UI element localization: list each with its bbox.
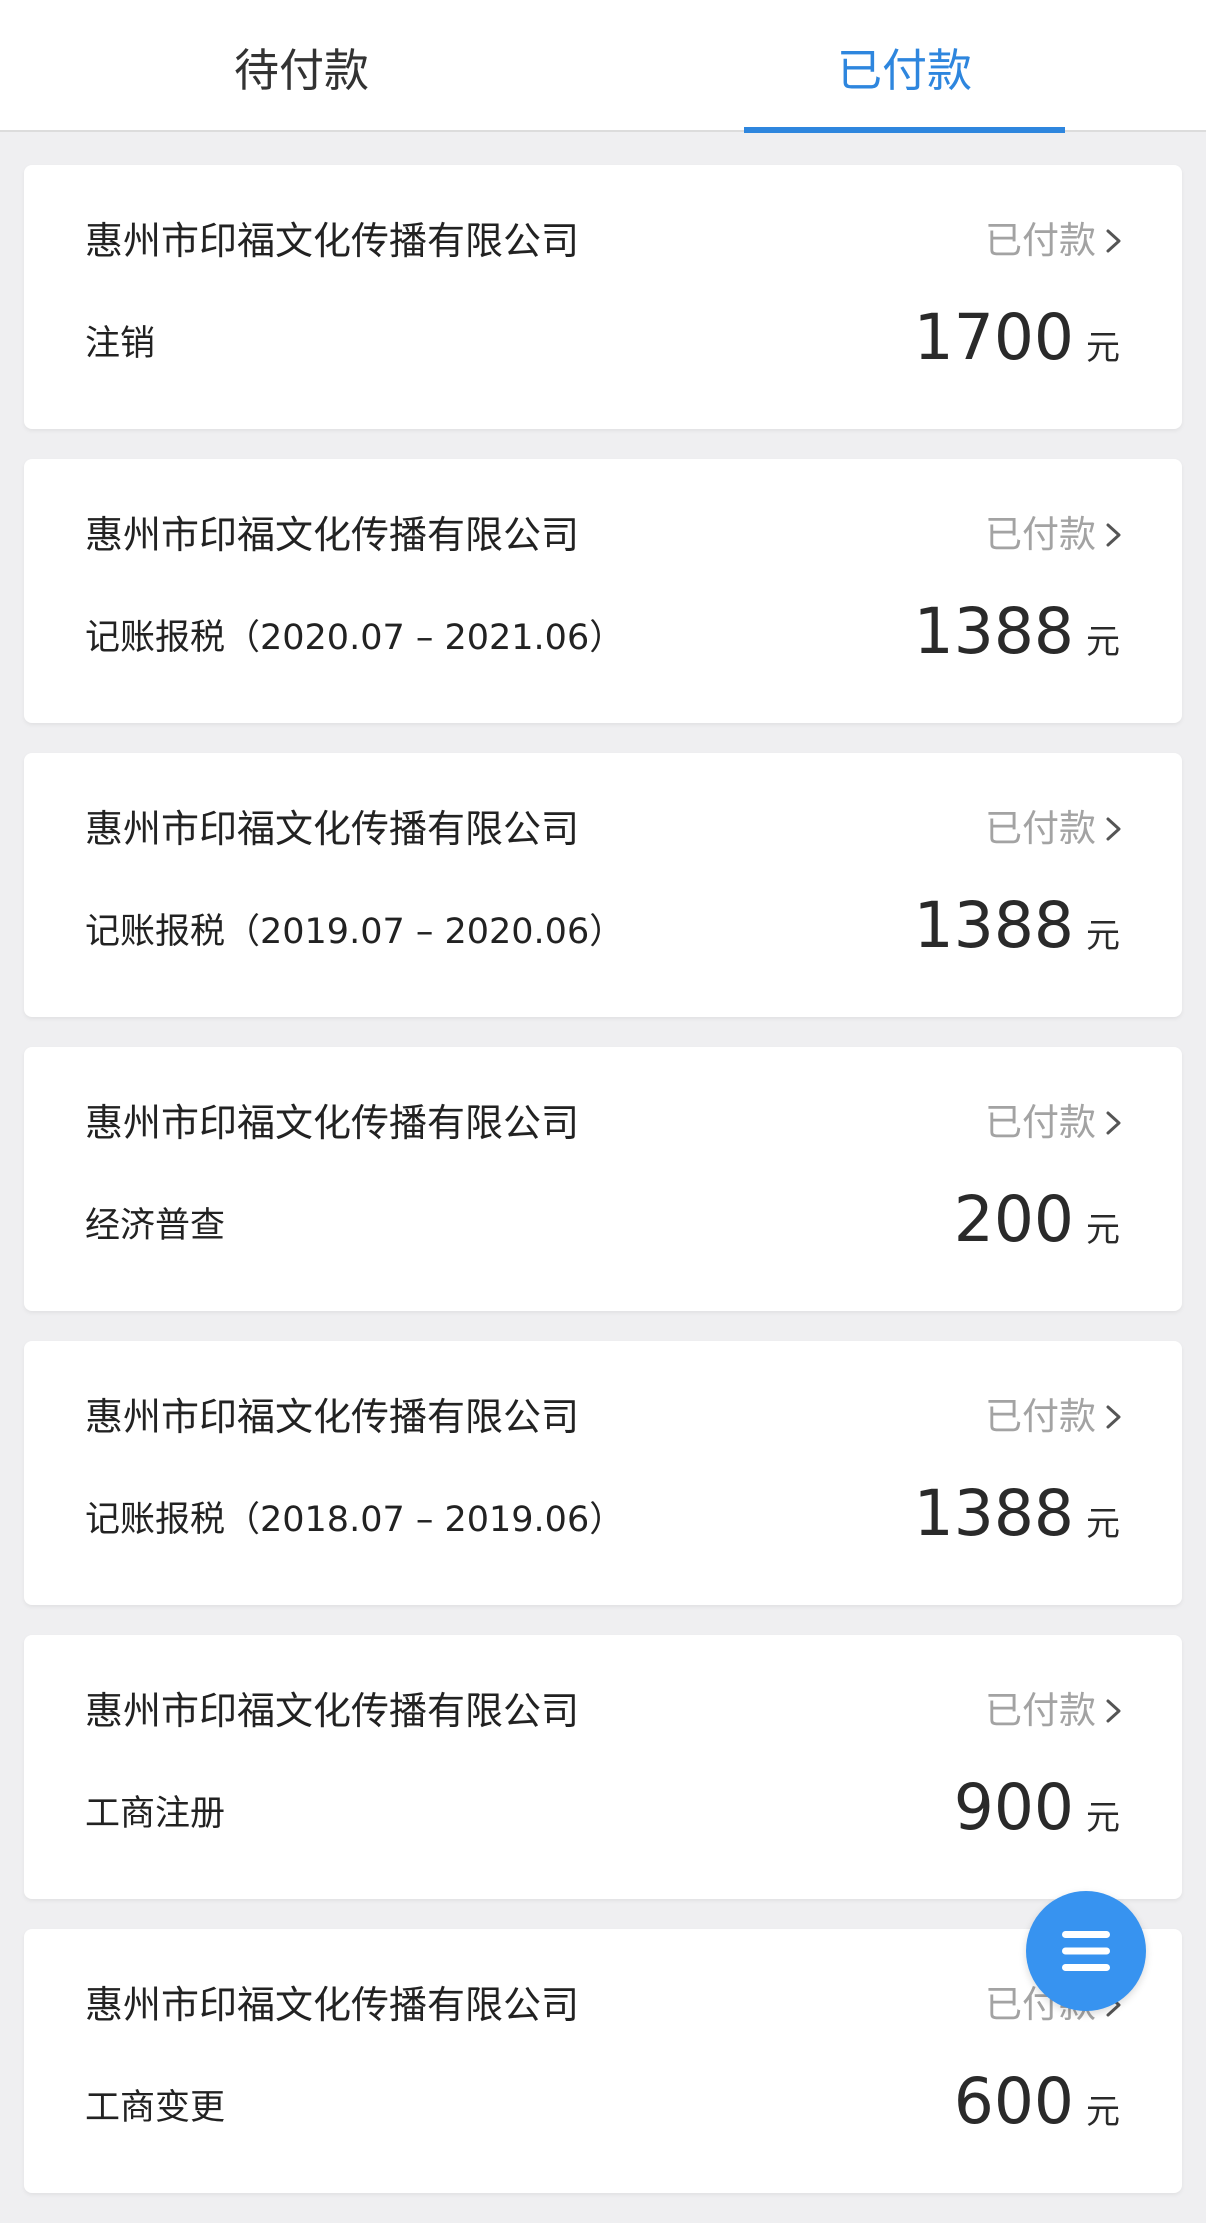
price-unit: 元 — [1086, 622, 1120, 662]
price-amount: 200 — [953, 1183, 1074, 1256]
order-card[interactable]: 惠州市印福文化传播有限公司 已付款 工商注册 900 元 — [24, 1635, 1182, 1899]
service-name: 注销 — [85, 324, 156, 364]
chevron-right-icon — [1106, 1111, 1121, 1135]
price-unit: 元 — [1086, 1210, 1120, 1250]
menu-fab-button[interactable] — [1026, 1891, 1146, 2011]
company-name: 惠州市印福文化传播有限公司 — [85, 1983, 580, 2027]
price-amount: 1700 — [913, 301, 1074, 374]
price-amount: 1388 — [913, 595, 1074, 668]
order-card[interactable]: 惠州市印福文化传播有限公司 已付款 记账报税（2019.07 – 2020.06… — [24, 753, 1182, 1017]
service-name: 工商注册 — [85, 1794, 226, 1834]
price: 600 元 — [954, 2064, 1120, 2140]
tab-bar: 待付款 已付款 — [0, 0, 1206, 133]
price: 900 元 — [954, 1770, 1120, 1846]
service-name: 经济普查 — [85, 1206, 226, 1246]
menu-icon — [1062, 1931, 1110, 1971]
company-name: 惠州市印福文化传播有限公司 — [85, 1101, 580, 1145]
payment-status: 已付款 — [985, 219, 1096, 262]
service-name: 记账报税（2018.07 – 2019.06） — [85, 1500, 625, 1540]
company-name: 惠州市印福文化传播有限公司 — [85, 513, 580, 557]
order-card[interactable]: 惠州市印福文化传播有限公司 已付款 工商变更 600 元 — [24, 1929, 1182, 2193]
company-name: 惠州市印福文化传播有限公司 — [85, 1395, 580, 1439]
service-name: 记账报税（2020.07 – 2021.06） — [85, 618, 625, 658]
price-amount: 1388 — [913, 1477, 1074, 1550]
tab-pending-payment[interactable]: 待付款 — [0, 0, 603, 132]
price-amount: 1388 — [913, 889, 1074, 962]
price: 1388 元 — [914, 888, 1120, 964]
chevron-right-icon — [1106, 1699, 1121, 1723]
service-name: 记账报税（2019.07 – 2020.06） — [85, 912, 625, 952]
price: 1700 元 — [914, 300, 1120, 376]
price-unit: 元 — [1086, 328, 1120, 368]
price-unit: 元 — [1086, 916, 1120, 956]
tab-paid[interactable]: 已付款 — [603, 0, 1206, 132]
order-card[interactable]: 惠州市印福文化传播有限公司 已付款 记账报税（2020.07 – 2021.06… — [24, 459, 1182, 723]
price-unit: 元 — [1086, 2092, 1120, 2132]
payment-status: 已付款 — [985, 807, 1096, 850]
company-name: 惠州市印福文化传播有限公司 — [85, 1689, 580, 1733]
price-unit: 元 — [1086, 1798, 1120, 1838]
chevron-right-icon — [1106, 817, 1121, 841]
order-card[interactable]: 惠州市印福文化传播有限公司 已付款 注销 1700 元 — [24, 165, 1182, 429]
chevron-right-icon — [1106, 1405, 1121, 1429]
chevron-right-icon — [1106, 523, 1121, 547]
service-name: 工商变更 — [85, 2088, 226, 2128]
price: 1388 元 — [914, 1476, 1120, 1552]
order-list: 惠州市印福文化传播有限公司 已付款 注销 1700 元 惠州市印福文化传播有限公… — [24, 165, 1182, 2223]
price-amount: 900 — [953, 1771, 1074, 1844]
active-tab-indicator — [744, 127, 1065, 133]
payment-status: 已付款 — [985, 1101, 1096, 1144]
company-name: 惠州市印福文化传播有限公司 — [85, 807, 580, 851]
payment-status: 已付款 — [985, 1689, 1096, 1732]
price: 1388 元 — [914, 594, 1120, 670]
order-card[interactable]: 惠州市印福文化传播有限公司 已付款 记账报税（2018.07 – 2019.06… — [24, 1341, 1182, 1605]
price: 200 元 — [954, 1182, 1120, 1258]
payment-status: 已付款 — [985, 1395, 1096, 1438]
payment-status: 已付款 — [985, 513, 1096, 556]
order-card[interactable]: 惠州市印福文化传播有限公司 已付款 经济普查 200 元 — [24, 1047, 1182, 1311]
price-unit: 元 — [1086, 1504, 1120, 1544]
chevron-right-icon — [1106, 229, 1121, 253]
company-name: 惠州市印福文化传播有限公司 — [85, 219, 580, 263]
price-amount: 600 — [953, 2065, 1074, 2138]
